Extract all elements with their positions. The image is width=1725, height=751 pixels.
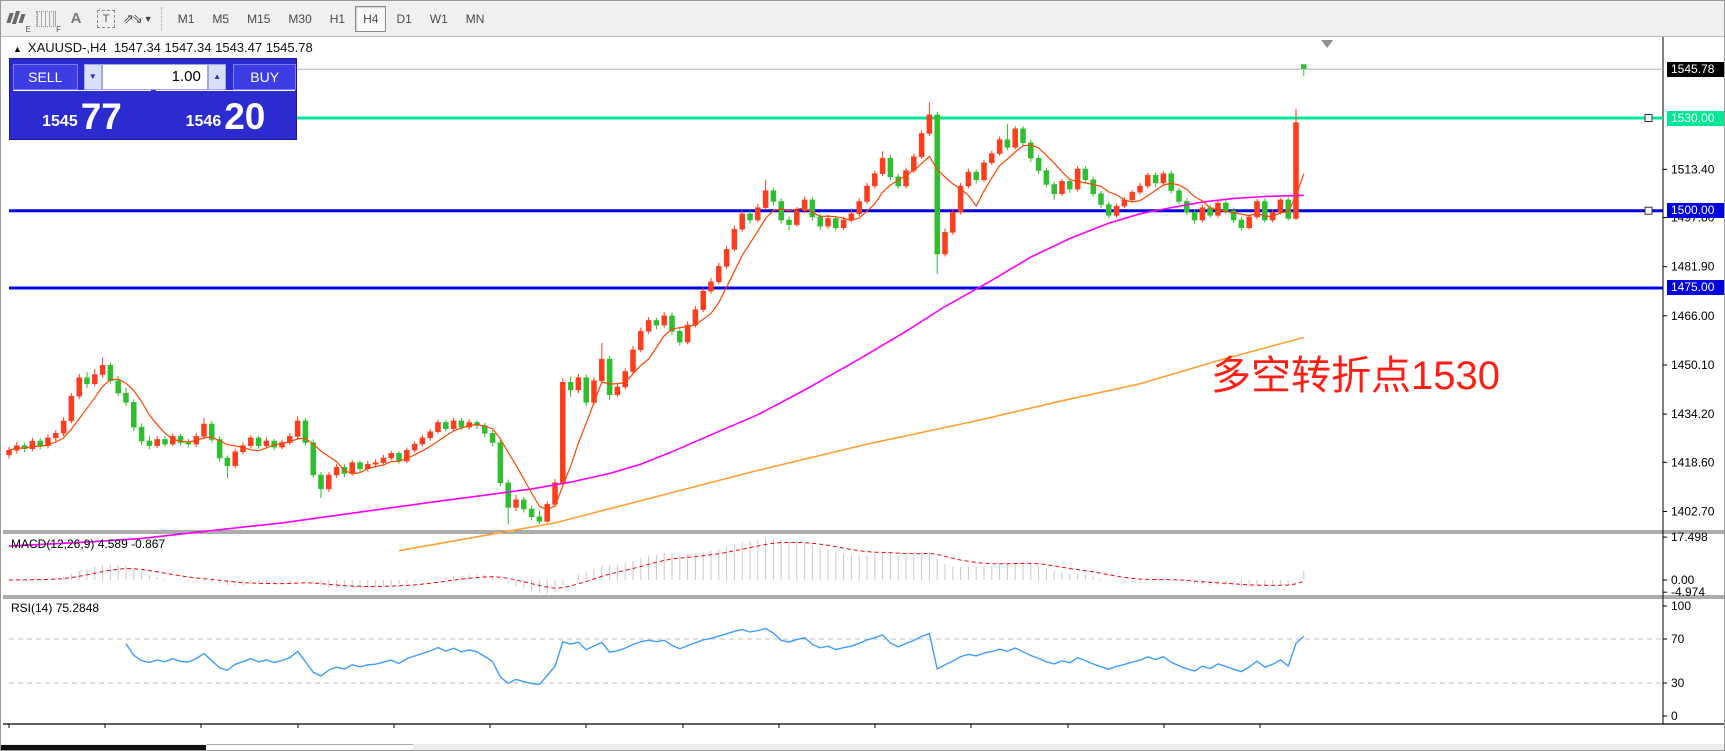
svg-text:1466.00: 1466.00 [1671, 309, 1715, 323]
bottom-tab-dark[interactable] [1, 745, 206, 751]
arrows-glyph: ⇗⇘ [123, 11, 141, 27]
current-price-label[interactable]: 1545.78 [1667, 62, 1725, 77]
bottom-tab-light[interactable] [207, 744, 413, 751]
sell-price[interactable]: 1545 77 [13, 92, 151, 139]
timeframe-button-m5[interactable]: M5 [204, 6, 237, 32]
timeframe-button-m15[interactable]: M15 [239, 6, 278, 32]
icon-t-label: T [97, 10, 115, 28]
horizontal-level-lines[interactable] [9, 115, 1663, 288]
grid-glyph [36, 11, 56, 27]
timeframe-button-h4[interactable]: H4 [355, 6, 386, 32]
hline-handle-1500.00[interactable] [1645, 207, 1652, 214]
svg-text:1402.70: 1402.70 [1671, 504, 1715, 518]
ma-mid-line [9, 195, 1304, 546]
sell-price-big: 77 [81, 98, 122, 135]
ma-slow-line [399, 338, 1304, 551]
rsi-line [126, 629, 1304, 685]
hline-handle-1530.00[interactable] [1645, 115, 1652, 122]
chart-header: ▲ XAUUSD-,H4 1547.34 1547.34 1543.47 1545… [13, 40, 313, 55]
buy-price-small: 1546 [186, 109, 222, 135]
collapse-arrow-icon[interactable]: ▲ [13, 44, 22, 54]
indicator-panels [9, 538, 1663, 684]
toolbar-separator [161, 7, 163, 31]
sell-price-small: 1545 [42, 109, 78, 135]
hline-price-label-1475.00[interactable]: 1475.00 [1667, 280, 1725, 295]
svg-text:-4.974: -4.974 [1671, 585, 1705, 599]
icon-f-label: F [56, 25, 61, 34]
rsi-label: RSI(14) 75.2848 [11, 601, 99, 615]
svg-text:0: 0 [1671, 709, 1678, 723]
timeframe-button-d1[interactable]: D1 [388, 6, 419, 32]
svg-text:1418.60: 1418.60 [1671, 455, 1715, 469]
arrows-tool-icon[interactable]: ⇗⇘ ▼ [123, 6, 153, 32]
timeframe-bar: M1M5M15M30H1H4D1W1MN [169, 6, 494, 32]
grid-f-icon[interactable]: F [33, 6, 59, 32]
buy-price[interactable]: 1546 20 [156, 92, 295, 139]
sell-underline [13, 90, 151, 91]
timeframe-button-mn[interactable]: MN [458, 6, 493, 32]
chart-annotation-text[interactable]: 多空转折点1530 [1211, 343, 1500, 401]
textbox-t-icon[interactable]: T [93, 6, 119, 32]
ohlc-values: 1547.34 1547.34 1543.47 1545.78 [114, 40, 313, 55]
dropdown-caret-icon: ▼ [144, 14, 153, 24]
icon-a-label: A [71, 10, 82, 27]
volume-down-button[interactable]: ▼ [84, 64, 103, 90]
timeframe-button-m30[interactable]: M30 [280, 6, 319, 32]
one-click-trade-panel: SELL ▼ 1.00 ▲ BUY 1545 77 1546 20 [9, 58, 297, 140]
svg-text:1434.20: 1434.20 [1671, 407, 1715, 421]
timeframe-button-h1[interactable]: H1 [322, 6, 353, 32]
timeframe-button-w1[interactable]: W1 [422, 6, 456, 32]
svg-text:17.498: 17.498 [1671, 530, 1708, 544]
buy-price-big: 20 [224, 98, 265, 135]
mt4-window: E F A T ⇗⇘ ▼ M1M5M15M30H1H4D1W1MN ▲ XAUUS… [0, 0, 1725, 751]
svg-text:1450.10: 1450.10 [1671, 358, 1715, 372]
chart-window: ▲ XAUUSD-,H4 1547.34 1547.34 1543.47 1545… [3, 37, 1724, 743]
toolbar: E F A T ⇗⇘ ▼ M1M5M15M30H1H4D1W1MN [1, 1, 1725, 37]
text-a-icon[interactable]: A [63, 6, 89, 32]
sell-button[interactable]: SELL [13, 64, 78, 90]
svg-text:70: 70 [1671, 632, 1685, 646]
candles-glyph [6, 10, 26, 28]
macd-label: MACD(12,26,9) 4.589 -0.867 [11, 537, 165, 551]
svg-text:1513.40: 1513.40 [1671, 162, 1715, 176]
svg-text:1481.90: 1481.90 [1671, 260, 1715, 274]
hline-price-label-1500.00[interactable]: 1500.00 [1667, 203, 1725, 218]
volume-input[interactable]: 1.00 [102, 64, 208, 90]
timeframe-button-m1[interactable]: M1 [170, 6, 203, 32]
indicators-e-icon[interactable]: E [3, 6, 29, 32]
bottom-tab-strip [1, 744, 1725, 751]
icon-e-label: E [26, 25, 31, 34]
svg-text:30: 30 [1671, 676, 1685, 690]
buy-underline [156, 90, 295, 91]
symbol-label: XAUUSD-,H4 [28, 40, 107, 55]
volume-up-button[interactable]: ▲ [208, 64, 227, 90]
chart-shift-marker[interactable] [1321, 40, 1333, 48]
svg-text:100: 100 [1671, 599, 1691, 613]
buy-button[interactable]: BUY [233, 64, 296, 90]
hline-price-label-1530.00[interactable]: 1530.00 [1667, 111, 1725, 126]
